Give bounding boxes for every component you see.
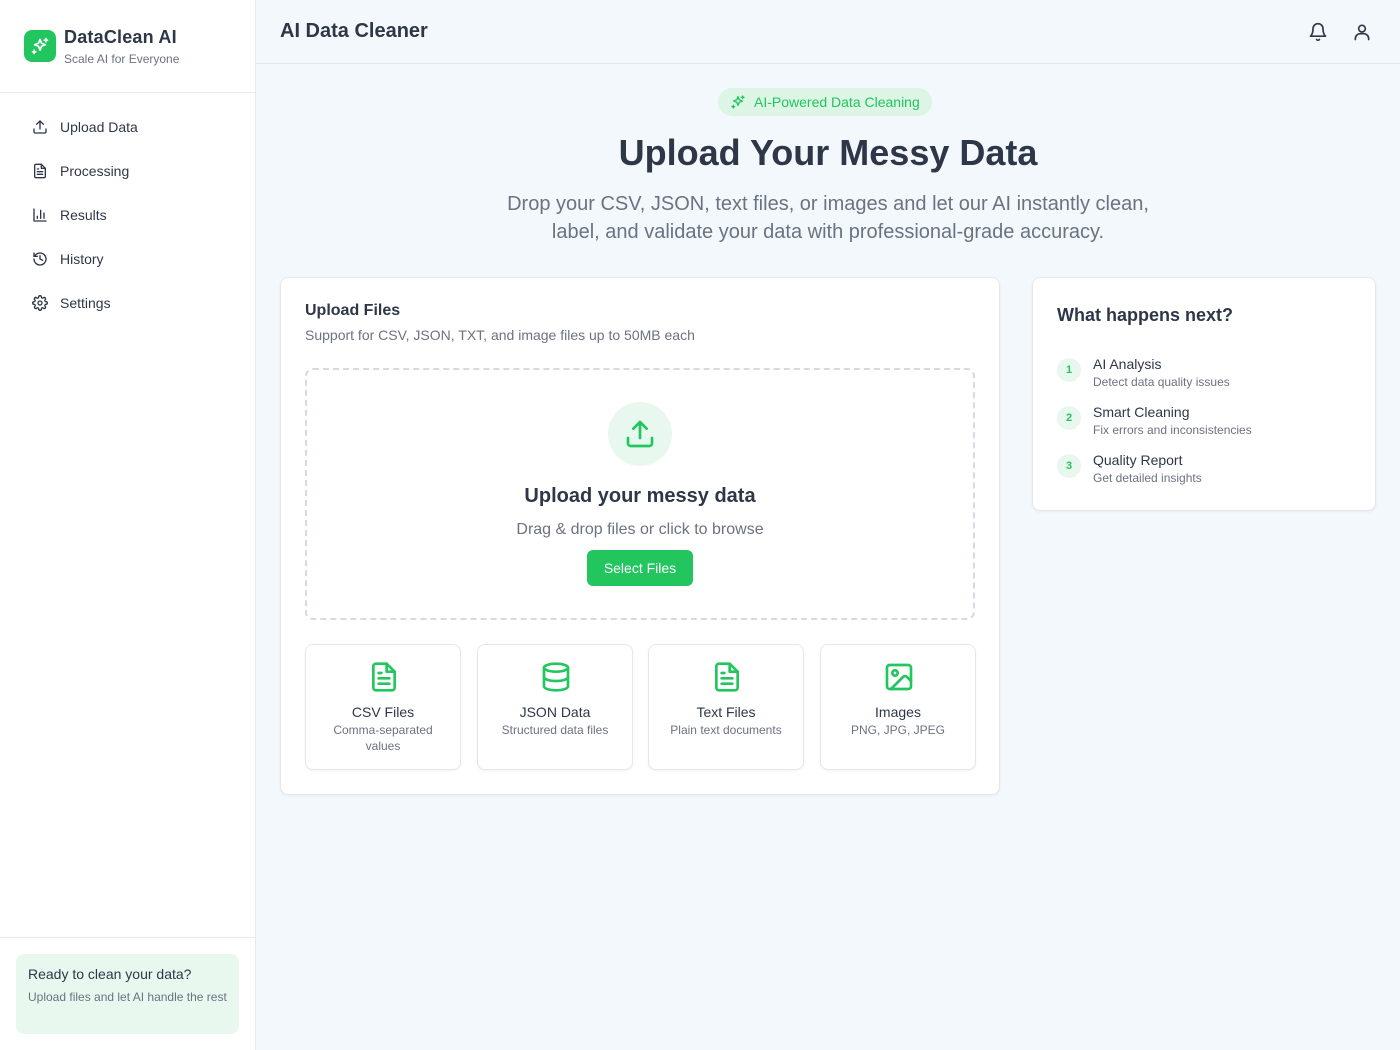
upload-card: Upload Files Support for CSV, JSON, TXT,… <box>280 277 1000 795</box>
page-title: AI Data Cleaner <box>280 20 428 42</box>
main-content: AI-Powered Data Cleaning Upload Your Mes… <box>256 64 1400 1050</box>
file-type-csv[interactable]: CSV Files Comma-separated values <box>305 644 461 770</box>
sidebar-item-label: History <box>60 251 104 267</box>
sidebar-nav: Upload Data Processing Results History S… <box>0 93 255 325</box>
step-desc: Get detailed insights <box>1093 471 1202 485</box>
sidebar-item-processing[interactable]: Processing <box>0 149 255 193</box>
step-number: 2 <box>1057 406 1081 430</box>
sidebar-item-label: Settings <box>60 295 111 311</box>
next-steps-card: What happens next? 1 AI Analysis Detect … <box>1032 277 1376 511</box>
file-type-images[interactable]: Images PNG, JPG, JPEG <box>820 644 976 770</box>
sparkles-icon <box>730 94 746 110</box>
dropzone[interactable]: Upload your messy data Drag & drop files… <box>305 368 975 620</box>
upload-icon <box>608 402 672 466</box>
file-type-name: Text Files <box>696 704 756 720</box>
sidebar-item-results[interactable]: Results <box>0 193 255 237</box>
step-name: AI Analysis <box>1093 356 1162 372</box>
file-type-text[interactable]: Text Files Plain text documents <box>648 644 804 770</box>
file-type-desc: PNG, JPG, JPEG <box>850 723 946 737</box>
sidebar-item-label: Processing <box>60 163 130 179</box>
step-desc: Fix errors and inconsistencies <box>1093 423 1252 437</box>
brand: DataClean AI Scale AI for Everyone <box>0 0 255 93</box>
file-type-name: Images <box>875 704 921 720</box>
next-steps-title: What happens next? <box>1057 305 1234 325</box>
history-icon <box>32 251 48 267</box>
sidebar-item-history[interactable]: History <box>0 237 255 281</box>
dropzone-title: Upload your messy data <box>524 485 756 507</box>
gear-icon <box>32 295 48 311</box>
file-type-desc: Comma-separated values <box>333 723 433 753</box>
brand-tagline: Scale AI for Everyone <box>64 51 180 66</box>
image-icon <box>883 661 915 693</box>
select-files-button[interactable]: Select Files <box>587 550 693 586</box>
user-icon[interactable] <box>1352 22 1372 42</box>
step-desc: Detect data quality issues <box>1093 375 1230 389</box>
sidebar-item-label: Upload Data <box>60 119 138 135</box>
sparkles-icon <box>24 30 56 62</box>
file-text-icon <box>711 661 743 693</box>
sidebar-item-label: Results <box>60 207 107 223</box>
file-type-name: CSV Files <box>351 704 415 720</box>
promo-title: Ready to clean your data? <box>28 966 192 982</box>
top-header: AI Data Cleaner <box>256 0 1400 64</box>
badge-label: AI-Powered Data Cleaning <box>754 94 920 110</box>
upload-card-title: Upload Files <box>305 302 401 319</box>
sidebar-item-settings[interactable]: Settings <box>0 281 255 325</box>
sidebar-promo: Ready to clean your data? Upload files a… <box>0 937 255 1050</box>
file-type-desc: Plain text documents <box>670 723 782 737</box>
database-icon <box>540 661 572 693</box>
sidebar: DataClean AI Scale AI for Everyone Uploa… <box>0 0 256 1050</box>
sidebar-item-upload-data[interactable]: Upload Data <box>0 105 255 149</box>
brand-name: DataClean AI <box>64 26 177 47</box>
step-number: 1 <box>1057 358 1081 382</box>
hero-title: Upload Your Messy Data <box>618 132 1038 173</box>
promo-text: Upload files and let AI handle the rest <box>28 990 227 1004</box>
promo-box: Ready to clean your data? Upload files a… <box>16 954 239 1034</box>
file-type-name: JSON Data <box>519 704 591 720</box>
step-number: 3 <box>1057 454 1081 478</box>
dropzone-subtitle: Drag & drop files or click to browse <box>516 521 764 538</box>
ai-badge: AI-Powered Data Cleaning <box>718 88 932 116</box>
upload-card-description: Support for CSV, JSON, TXT, and image fi… <box>305 327 695 343</box>
document-icon <box>32 163 48 179</box>
file-text-icon <box>368 661 400 693</box>
hero-subtitle: Drop your CSV, JSON, text files, or imag… <box>507 193 1149 243</box>
upload-icon <box>32 119 48 135</box>
file-type-desc: Structured data files <box>501 723 609 737</box>
bar-chart-icon <box>32 207 48 223</box>
step-name: Smart Cleaning <box>1093 404 1190 420</box>
step-name: Quality Report <box>1093 452 1183 468</box>
bell-icon[interactable] <box>1308 22 1328 42</box>
file-type-json[interactable]: JSON Data Structured data files <box>477 644 633 770</box>
